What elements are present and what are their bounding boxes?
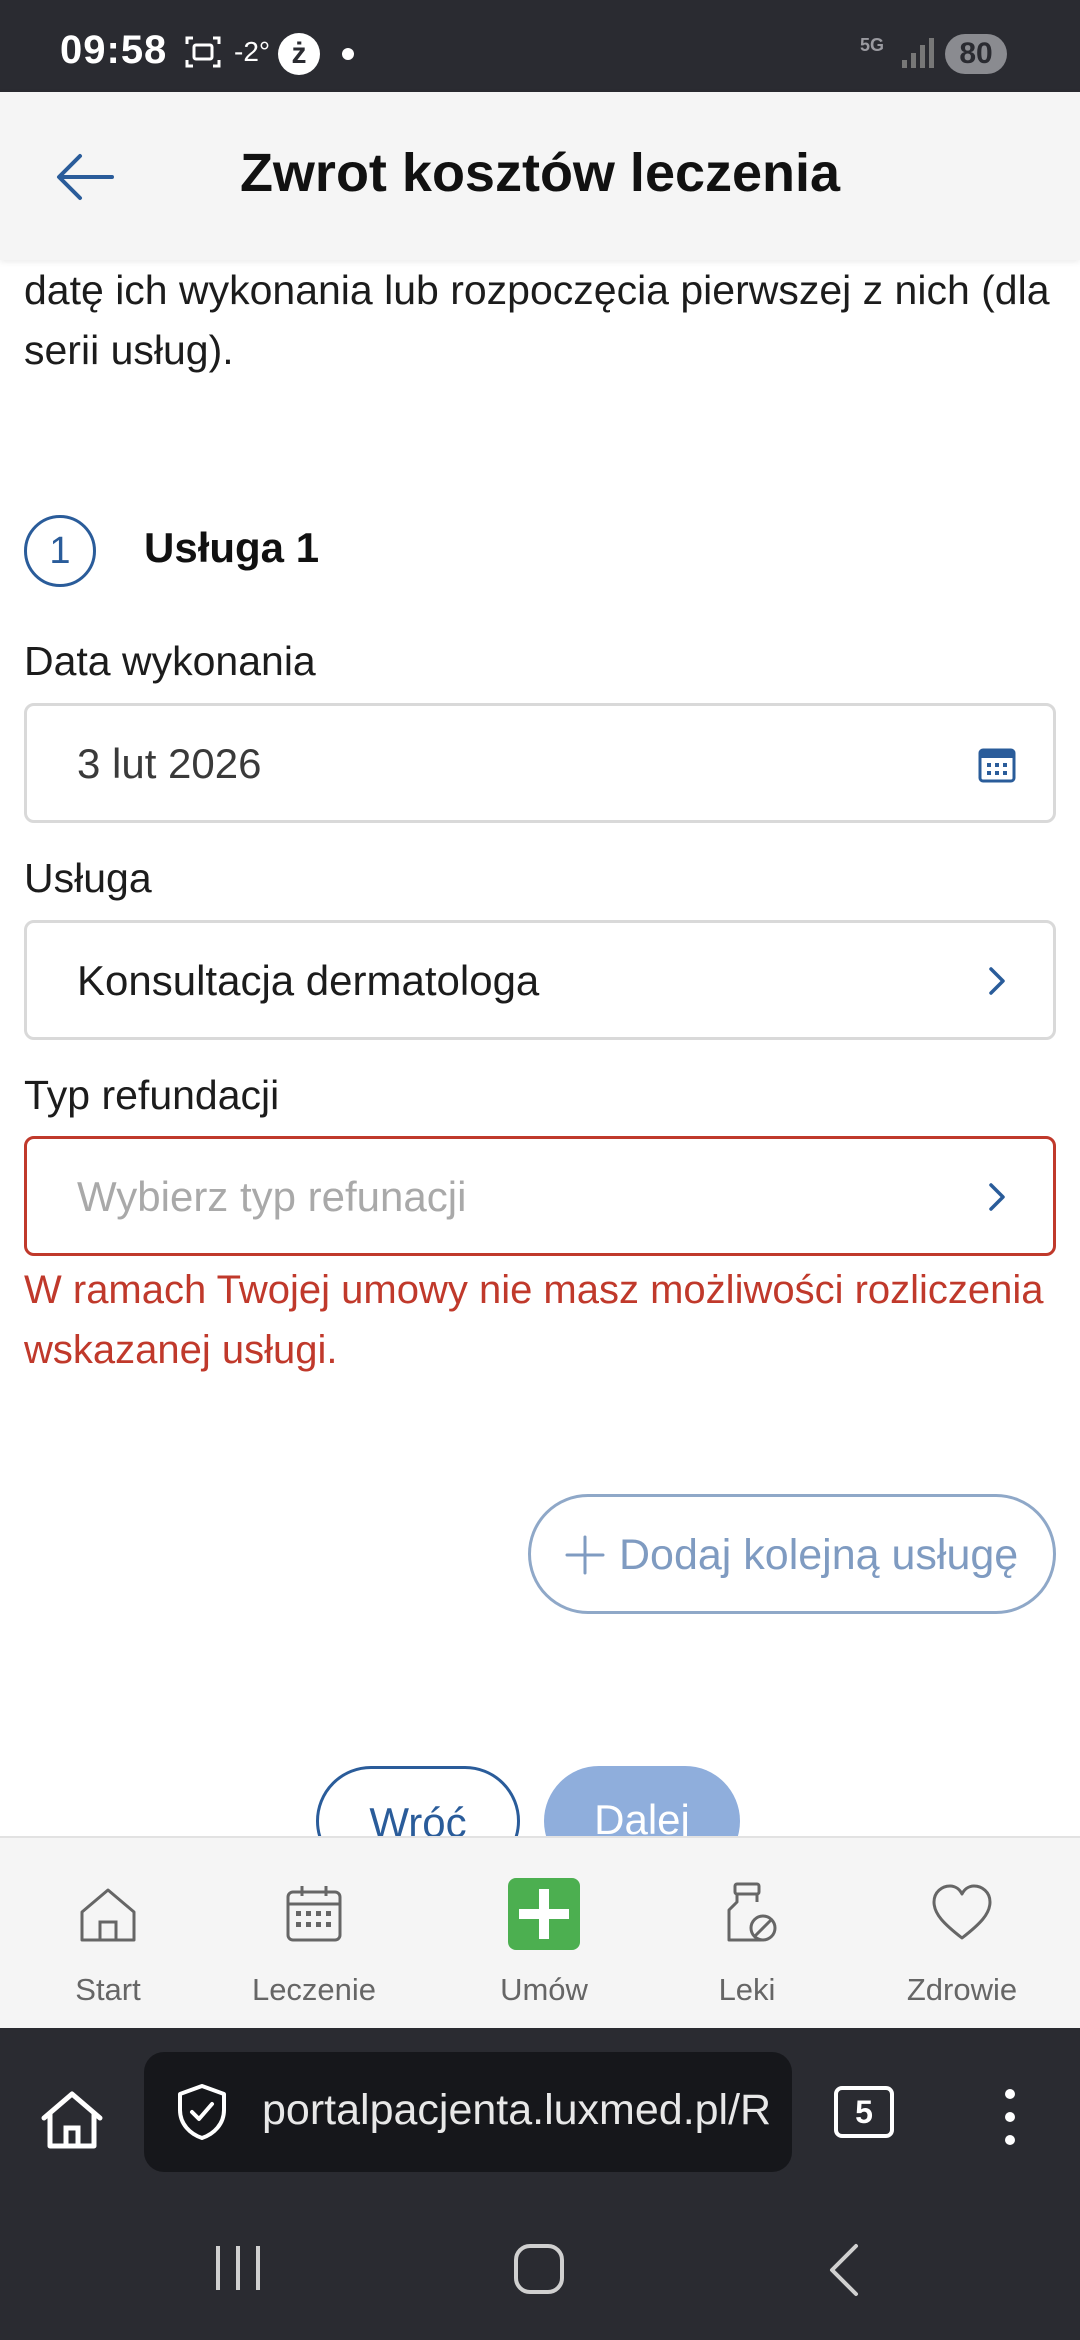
address-bar[interactable]: portalpacjenta.luxmed.pl/R — [144, 2052, 792, 2172]
app-header: Zwrot kosztów leczenia — [0, 92, 1080, 260]
main-content: Wskaż usługi, o refundację których się u… — [0, 260, 1080, 1836]
back-button-icon[interactable] — [820, 2240, 870, 2300]
date-label: Data wykonania — [24, 638, 316, 684]
back-button[interactable]: Wróć — [316, 1766, 520, 1836]
refund-type-select[interactable]: Wybierz typ refunacji — [24, 1136, 1056, 1256]
add-service-label: Dodaj kolejną usługę — [619, 1531, 1019, 1579]
status-temperature: -2° — [234, 36, 271, 67]
shield-icon — [178, 2084, 226, 2140]
tabs-count-button[interactable]: 5 — [834, 2086, 894, 2138]
plus-icon — [508, 1878, 580, 1950]
nav-item-start[interactable]: Start — [0, 1838, 216, 2030]
screenshot-icon — [185, 36, 221, 68]
nav-label-zdrowie: Zdrowie — [906, 1972, 1018, 2007]
notification-dot-icon — [342, 48, 354, 60]
plus-icon — [565, 1535, 605, 1575]
browser-home-icon[interactable] — [36, 2084, 108, 2156]
bottom-navigation: Start Leczenie Umów Leki Zdrowie — [0, 1836, 1080, 2028]
nav-item-zdrowie[interactable]: Zdrowie — [854, 1838, 1070, 2030]
service-select[interactable]: Konsultacja dermatologa — [24, 920, 1056, 1040]
nav-item-leki[interactable]: Leki — [639, 1838, 855, 2030]
service-value: Konsultacja dermatologa — [77, 957, 540, 1004]
battery-indicator: 80 — [945, 34, 1007, 74]
notification-app-icon: ż — [278, 33, 320, 75]
date-value: 3 lut 2026 — [77, 740, 262, 787]
more-menu-icon[interactable] — [990, 2082, 1030, 2152]
url-text: portalpacjenta.luxmed.pl/R — [262, 2086, 772, 2134]
intro-text: Wskaż usługi, o refundację których się u… — [24, 267, 1050, 373]
refund-error-message: W ramach Twojej umowy nie masz możliwośc… — [24, 1268, 1044, 1372]
status-time: 09:58 — [60, 28, 168, 72]
add-service-button[interactable]: Dodaj kolejną usługę — [528, 1494, 1056, 1614]
refund-type-label: Typ refundacji — [24, 1072, 280, 1118]
recent-apps-icon[interactable] — [210, 2240, 266, 2296]
medicine-icon — [727, 1882, 777, 1942]
heart-icon — [932, 1884, 992, 1940]
nav-item-umow[interactable]: Umów — [436, 1838, 652, 2030]
date-field[interactable]: 3 lut 2026 — [24, 703, 1056, 823]
home-icon — [80, 1888, 136, 1942]
step-number-badge: 1 — [24, 515, 96, 587]
network-type: 5G — [860, 35, 885, 55]
next-button[interactable]: Dalej — [544, 1766, 740, 1836]
chevron-right-icon — [989, 967, 1005, 995]
page-title: Zwrot kosztów leczenia — [239, 143, 841, 203]
calendar-icon — [286, 1886, 342, 1942]
signal-icon — [902, 38, 934, 68]
service-label: Usługa — [24, 855, 152, 901]
home-button-icon[interactable] — [510, 2240, 570, 2300]
nav-label-leczenie: Leczenie — [251, 1972, 377, 2007]
nav-item-leczenie[interactable]: Leczenie — [206, 1838, 422, 2030]
nav-label-umow: Umów — [500, 1972, 588, 2007]
status-bar: 09:58 -2° ż 5G 80 — [0, 0, 1080, 92]
service-section-title: Usługa 1 — [144, 524, 320, 571]
refund-type-placeholder: Wybierz typ refunacji — [77, 1173, 467, 1220]
nav-label-start: Start — [75, 1972, 141, 2007]
browser-toolbar: portalpacjenta.luxmed.pl/R 5 — [0, 2028, 1080, 2200]
system-navigation-bar — [0, 2200, 1080, 2340]
nav-label-leki: Leki — [718, 1972, 776, 2007]
calendar-icon[interactable] — [977, 744, 1017, 784]
chevron-right-icon — [989, 1183, 1005, 1211]
